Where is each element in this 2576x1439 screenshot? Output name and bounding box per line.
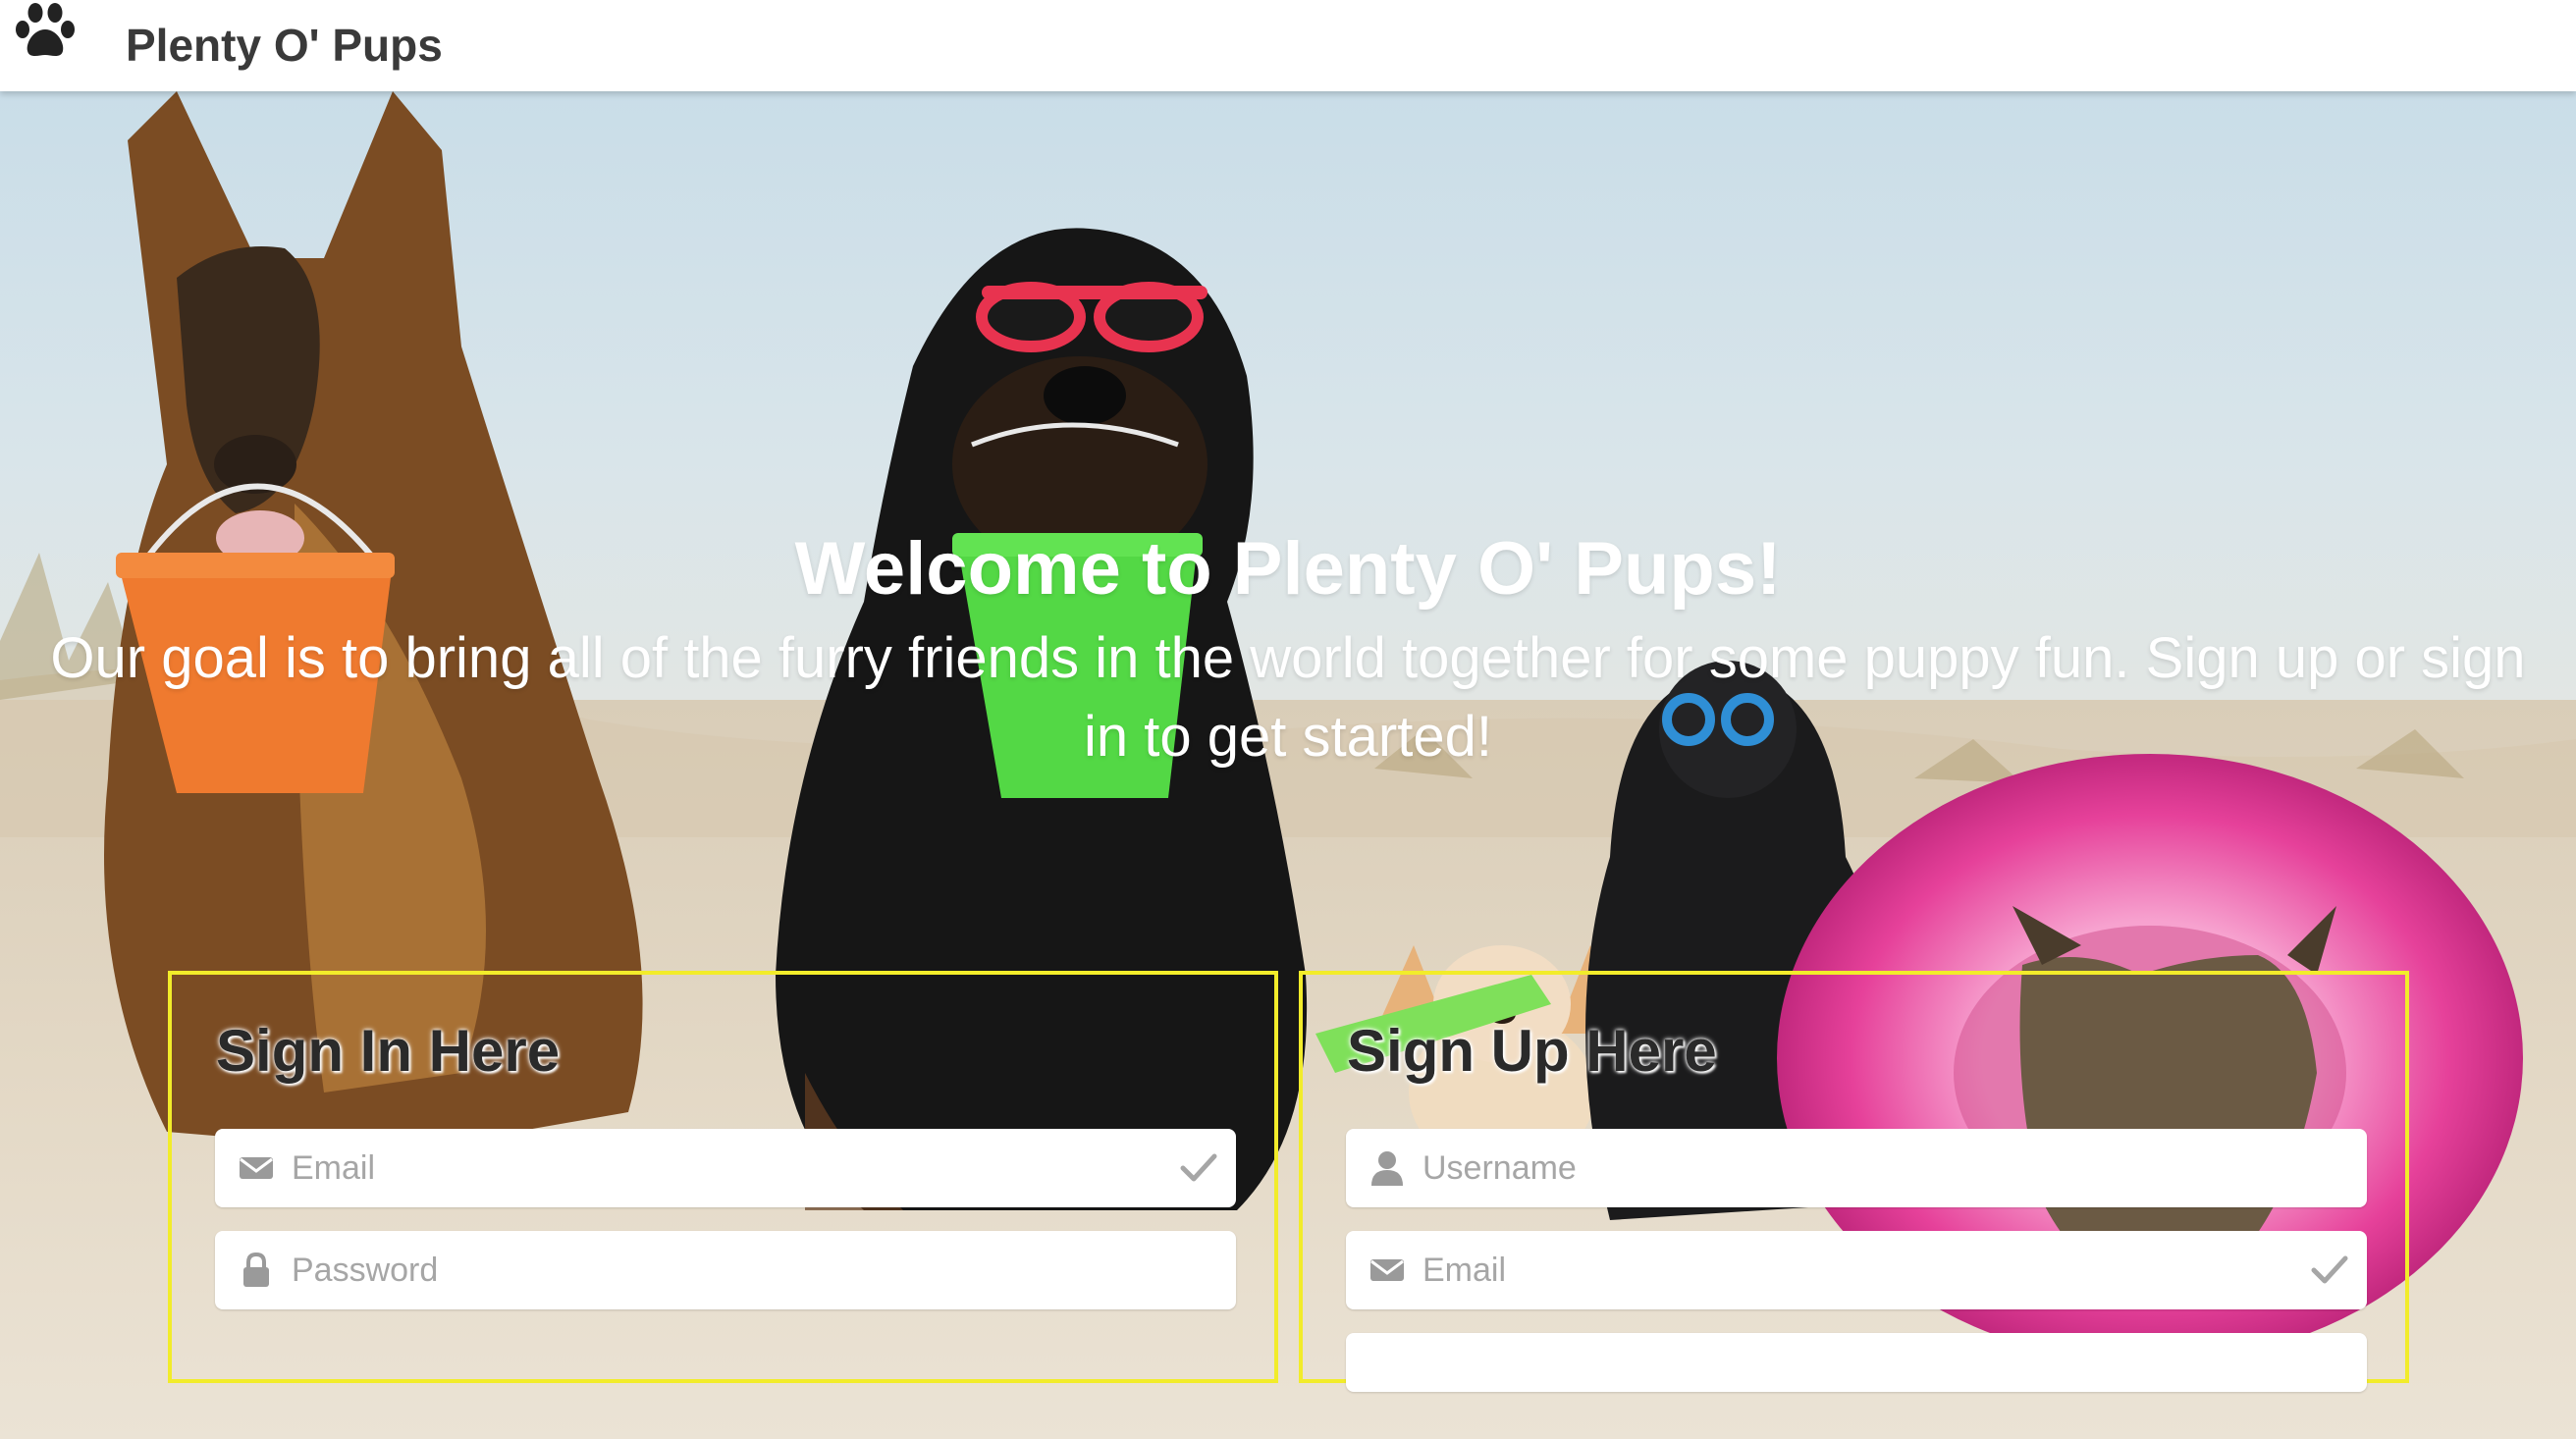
hero-subtitle: Our goal is to bring all of the furry fr… [50,626,2526,769]
hero-title: Welcome to Plenty O' Pups! [794,527,1782,611]
checkmark-icon [2311,1255,2348,1284]
sign-up-username-input[interactable] [1422,1129,2286,1207]
sign-in-panel: Sign In Here [168,971,1278,1383]
paw-icon[interactable] [12,0,80,61]
sign-up-email-input[interactable] [1422,1231,2286,1309]
brand-name[interactable]: Plenty O' Pups [126,16,443,75]
sign-in-email-field[interactable] [215,1129,1236,1207]
sign-up-panel: Sign Up Here [1299,971,2409,1392]
sign-up-username-field[interactable] [1346,1129,2367,1207]
sign-in-password-input[interactable] [292,1231,1155,1309]
sign-in-title: Sign In Here [216,1018,561,1084]
envelope-icon [1370,1259,1404,1281]
lock-icon [243,1252,269,1287]
sign-in-email-input[interactable] [292,1129,1155,1207]
envelope-icon [240,1157,273,1179]
user-icon [1371,1151,1403,1186]
sign-up-password-field[interactable] [1346,1333,2367,1392]
checkmark-icon [1180,1153,1217,1182]
sign-up-title: Sign Up Here [1347,1018,1717,1084]
navbar: Plenty O' Pups [0,0,2576,91]
sign-up-email-field[interactable] [1346,1231,2367,1309]
sign-in-password-field[interactable] [215,1231,1236,1309]
